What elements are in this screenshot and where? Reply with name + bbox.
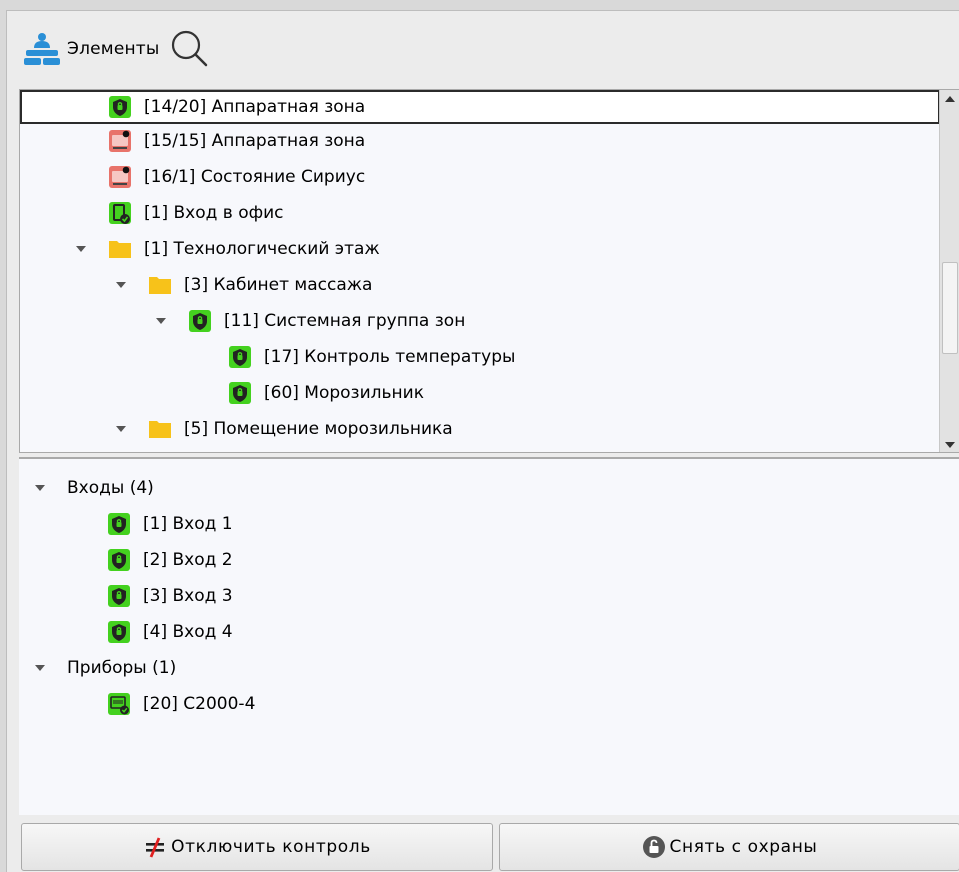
group-label: Входы (4) — [67, 478, 154, 498]
list-item[interactable]: [1] Вход 1 — [19, 507, 959, 541]
tree-row-label: [17] Контроль температуры — [264, 347, 516, 367]
tree-row-label: [3] Кабинет массажа — [184, 275, 373, 295]
unlock-icon — [642, 836, 665, 858]
search-icon[interactable] — [168, 27, 212, 71]
expand-arrow-icon[interactable] — [33, 661, 47, 675]
device-ok-icon — [108, 693, 130, 715]
zone-shield-icon — [109, 96, 131, 118]
tree-row-label: [16/1] Состояние Сириус — [144, 167, 366, 187]
zone-alarm-icon — [109, 130, 131, 152]
expand-arrow-icon[interactable] — [154, 314, 168, 328]
elements-logo-icon — [24, 33, 60, 65]
list-item[interactable]: [4] Вход 4 — [19, 615, 959, 649]
objects-tree[interactable]: [14/20] Аппаратная зона [15/15] Аппаратн… — [19, 89, 959, 453]
tree-row-label: [1] Технологический этаж — [144, 239, 380, 259]
expand-arrow-icon[interactable] — [114, 278, 128, 292]
tree-row[interactable]: [14/20] Аппаратная зона — [20, 90, 940, 124]
folder-icon — [149, 421, 171, 438]
tree-row[interactable]: [17] Контроль температуры — [20, 340, 940, 374]
folder-icon — [149, 277, 171, 294]
selection-details-tree[interactable]: Входы (4) [1] Вход 1 [2] Вход 2 [3] Вход… — [19, 457, 959, 815]
elements-panel: Элементы [14/20] Аппаратная зона [15/15]… — [6, 10, 959, 872]
tree-row[interactable]: [16/1] Состояние Сириус — [20, 160, 940, 194]
panel-header: Элементы — [7, 11, 959, 87]
zone-shield-icon — [108, 585, 130, 607]
zone-shield-icon — [108, 549, 130, 571]
zone-shield-icon — [108, 621, 130, 643]
tree-row[interactable]: [5] Помещение морозильника — [20, 412, 940, 446]
vertical-scrollbar[interactable] — [939, 90, 959, 452]
list-item[interactable]: [2] Вход 2 — [19, 543, 959, 577]
list-item-label: [3] Вход 3 — [143, 586, 233, 606]
tree-row-label: [11] Системная группа зон — [224, 311, 466, 331]
tree-row[interactable]: [3] Кабинет массажа — [20, 268, 940, 302]
disable-control-label: Отключить контроль — [171, 837, 371, 857]
tree-row-label: [1] Вход в офис — [144, 203, 284, 223]
list-item[interactable]: [20] С2000-4 — [19, 687, 959, 721]
tree-row-label: [60] Морозильник — [264, 383, 424, 403]
zone-shield-icon — [189, 310, 211, 332]
group-row-devices[interactable]: Приборы (1) — [19, 651, 959, 685]
tree-row-label: [5] Помещение морозильника — [184, 419, 453, 439]
tree-row[interactable]: [15/15] Аппаратная зона — [20, 124, 940, 158]
disarm-label: Снять с охраны — [669, 837, 818, 857]
list-item-label: [4] Вход 4 — [143, 622, 233, 642]
tree-row-label: [15/15] Аппаратная зона — [144, 131, 366, 151]
disarm-button[interactable]: Снять с охраны — [499, 823, 959, 871]
scroll-up-arrow-icon[interactable] — [940, 90, 959, 108]
tree-row[interactable]: [60] Морозильник — [20, 376, 940, 410]
expand-arrow-icon[interactable] — [74, 242, 88, 256]
list-item-label: [20] С2000-4 — [143, 694, 256, 714]
group-label: Приборы (1) — [67, 658, 177, 678]
scrollbar-thumb[interactable] — [942, 262, 958, 354]
zone-alarm-icon — [109, 166, 131, 188]
expand-arrow-icon[interactable] — [114, 422, 128, 436]
folder-icon — [109, 241, 131, 258]
not-equal-icon — [146, 837, 165, 858]
expand-arrow-icon[interactable] — [33, 481, 47, 495]
tree-row[interactable]: [11] Системная группа зон — [20, 304, 940, 338]
tree-row[interactable]: [1] Технологический этаж — [20, 232, 940, 266]
list-item[interactable]: [3] Вход 3 — [19, 579, 959, 613]
panel-title: Элементы — [67, 39, 160, 59]
tree-row[interactable]: [1] Вход в офис — [20, 196, 940, 230]
group-row-inputs[interactable]: Входы (4) — [19, 471, 959, 505]
list-item-label: [1] Вход 1 — [143, 514, 233, 534]
tree-row-label: [14/20] Аппаратная зона — [144, 97, 366, 117]
zone-shield-icon — [229, 382, 251, 404]
scroll-down-arrow-icon[interactable] — [940, 436, 959, 452]
door-ok-icon — [109, 202, 131, 224]
disable-control-button[interactable]: Отключить контроль — [21, 823, 493, 871]
list-item-label: [2] Вход 2 — [143, 550, 233, 570]
zone-shield-icon — [229, 346, 251, 368]
zone-shield-icon — [108, 513, 130, 535]
